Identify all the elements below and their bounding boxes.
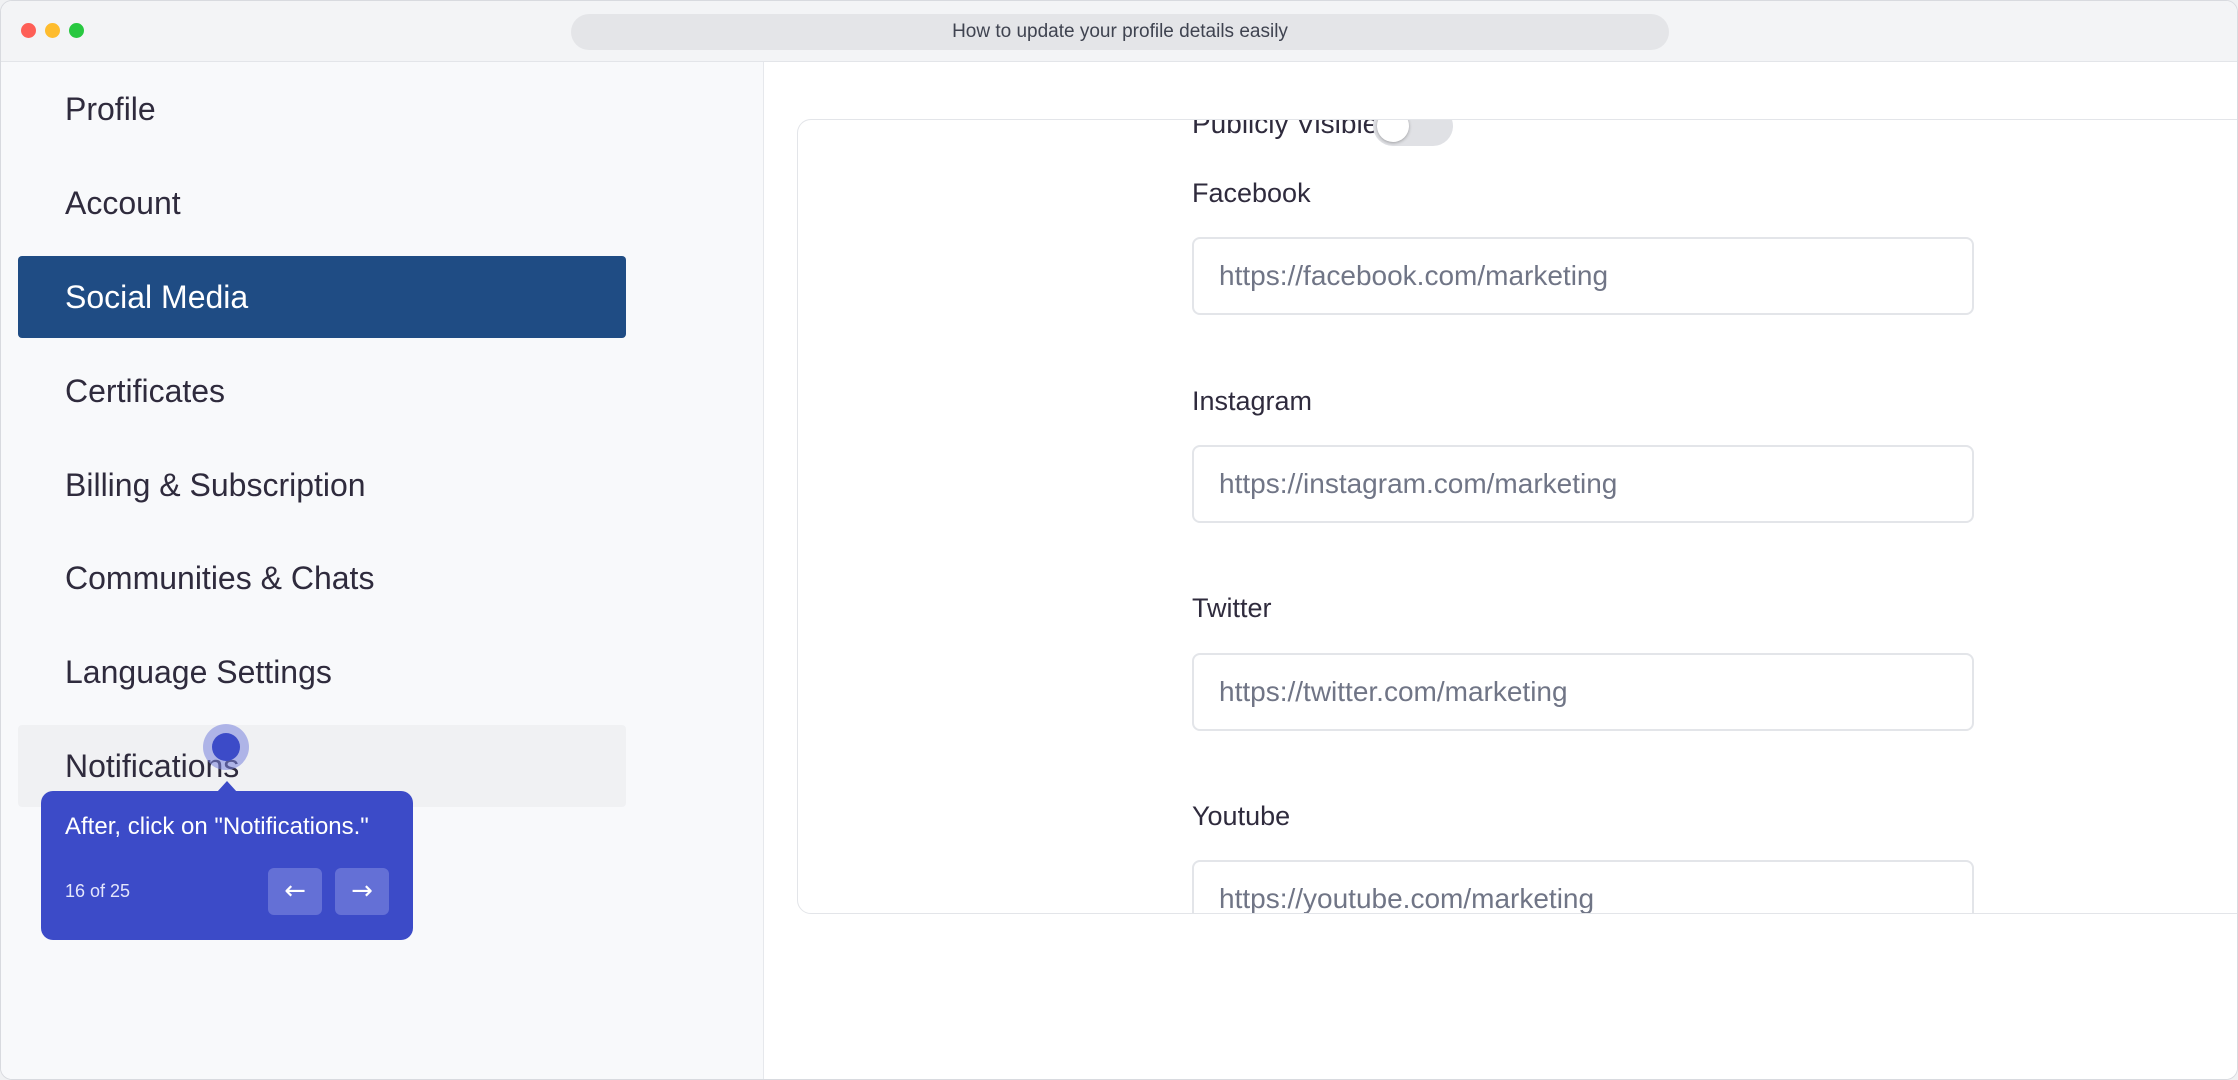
browser-window: How to update your profile details easil… [0,0,2238,1080]
sidebar-item-social-media[interactable]: Social Media [18,256,626,338]
close-window-button[interactable] [21,23,36,38]
instagram-input[interactable]: https://instagram.com/marketing [1192,445,1974,523]
sidebar-item-communities[interactable]: Communities & Chats [18,537,626,619]
toggle-knob [1377,120,1409,142]
tooltip-step-counter: 16 of 25 [65,881,131,901]
tour-tooltip: After, click on "Notifications." 16 of 2… [41,791,413,940]
arrow-right-icon: → [351,876,373,906]
sidebar-item-account[interactable]: Account [18,162,626,244]
sidebar-item-language[interactable]: Language Settings [18,631,626,713]
sidebar-item-certificates[interactable]: Certificates [18,350,626,432]
next-step-button[interactable]: → [335,868,389,915]
visibility-toggle[interactable] [1373,120,1453,146]
twitter-input[interactable]: https://twitter.com/marketing [1192,653,1974,731]
twitter-label: Twitter [1192,593,1272,623]
social-media-card: Publicly Visible Facebook https://facebo… [797,119,2237,914]
maximize-window-button[interactable] [69,23,84,38]
tooltip-instruction: After, click on "Notifications." [65,813,369,840]
facebook-label: Facebook [1192,178,1311,208]
window-title: How to update your profile details easil… [571,14,1669,50]
main-content: Publicly Visible Facebook https://facebo… [765,62,2237,1079]
previous-step-button[interactable]: ← [268,868,322,915]
instagram-label: Instagram [1192,386,1313,416]
sidebar-item-profile[interactable]: Profile [18,68,626,150]
youtube-label: Youtube [1192,801,1291,831]
title-bar: How to update your profile details easil… [1,1,2237,62]
tour-hotspot[interactable] [212,733,240,761]
arrow-left-icon: ← [284,876,306,906]
youtube-input[interactable]: https://youtube.com/marketing [1192,860,1974,913]
sidebar-item-billing[interactable]: Billing & Subscription [18,444,626,526]
visibility-label: Publicly Visible [1192,119,1379,139]
facebook-input[interactable]: https://facebook.com/marketing [1192,237,1974,315]
minimize-window-button[interactable] [45,23,60,38]
